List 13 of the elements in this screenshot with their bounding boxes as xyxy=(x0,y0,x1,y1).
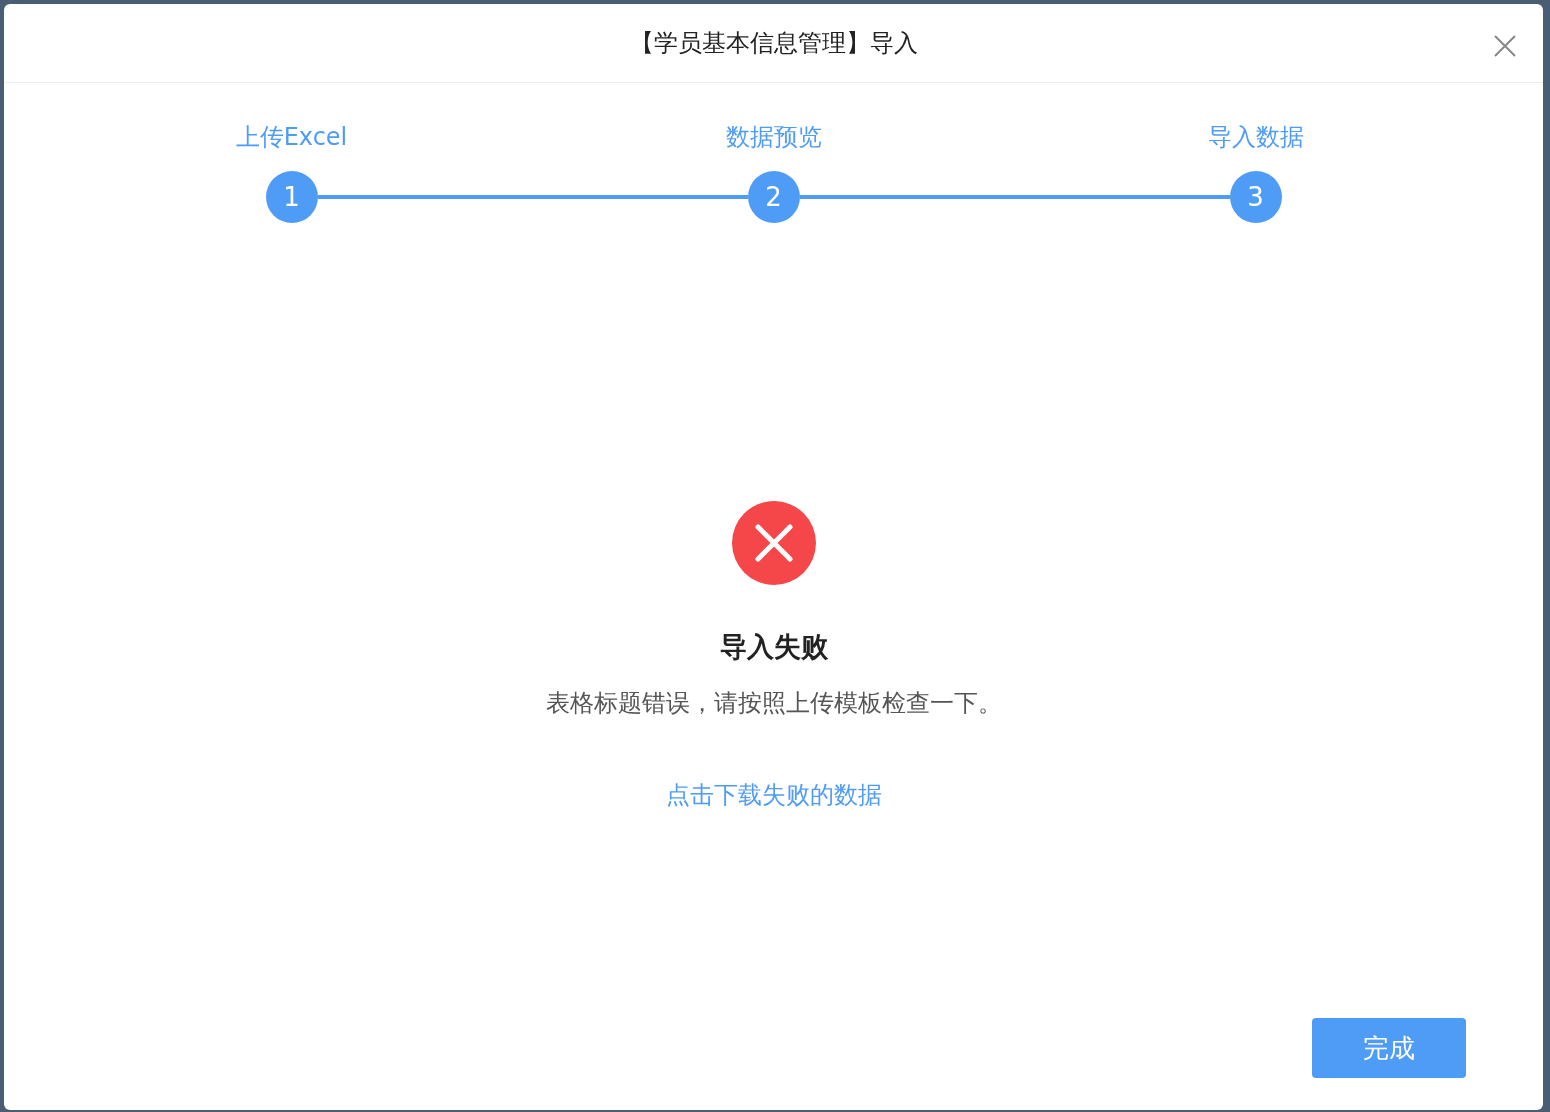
result-message: 表格标题错误，请按照上传模板检查一下。 xyxy=(545,688,1002,719)
step-label: 上传Excel xyxy=(235,122,348,153)
result-title: 导入失败 xyxy=(719,630,828,664)
finish-button[interactable]: 完成 xyxy=(1312,1018,1466,1078)
download-link[interactable]: 点击下载失败的数据 xyxy=(665,779,882,811)
close-button[interactable] xyxy=(1493,34,1517,58)
step-number: 2 xyxy=(747,171,800,223)
error-icon xyxy=(731,501,816,585)
step-number: 1 xyxy=(265,171,318,223)
step-label: 导入数据 xyxy=(1207,122,1304,153)
step-number: 3 xyxy=(1229,171,1282,223)
dialog-title: 【学员基本信息管理】导入 xyxy=(629,28,918,59)
step-label: 数据预览 xyxy=(725,122,822,153)
